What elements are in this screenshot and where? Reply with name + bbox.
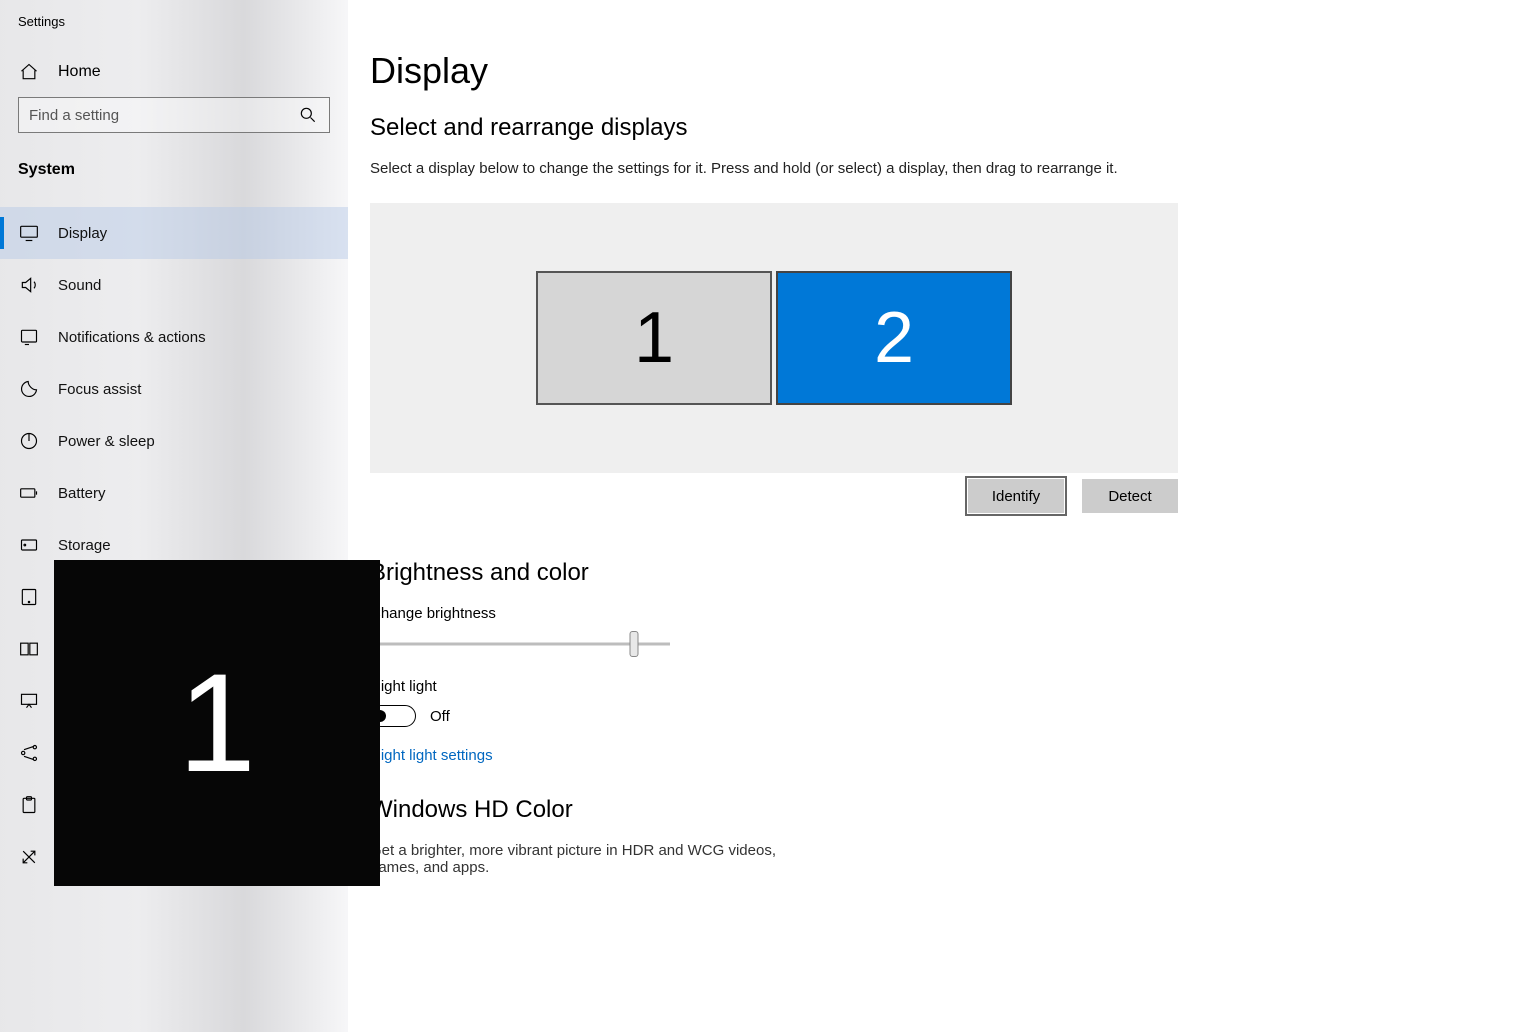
main-content: Display Select and rearrange displays Se… [370, 0, 1538, 1032]
tablet-icon [18, 586, 40, 608]
sidebar-item-display[interactable]: Display [0, 207, 348, 259]
multitasking-icon [18, 638, 40, 660]
night-light-label: Night light [370, 678, 1538, 695]
shared-icon [18, 742, 40, 764]
hd-color-description: Get a brighter, more vibrant picture in … [370, 842, 790, 876]
power-icon [18, 430, 40, 452]
storage-icon [18, 534, 40, 556]
hd-color-heading: Windows HD Color [370, 796, 1538, 824]
sidebar-item-focus-assist[interactable]: Focus assist [0, 363, 348, 415]
display-box-1[interactable]: 1 [536, 271, 772, 405]
slider-track [370, 643, 670, 646]
night-light-state: Off [430, 708, 450, 725]
brightness-section: Brightness and color Change brightness N… [370, 559, 1538, 876]
sound-icon [18, 274, 40, 296]
sidebar-item-label: Sound [58, 277, 101, 294]
display-box-2[interactable]: 2 [776, 271, 1012, 405]
rearrange-heading: Select and rearrange displays [370, 114, 1538, 142]
sidebar-item-power-sleep[interactable]: Power & sleep [0, 415, 348, 467]
change-brightness-label: Change brightness [370, 605, 1538, 622]
sidebar-item-label: Focus assist [58, 381, 141, 398]
page-title: Display [370, 50, 1538, 92]
sidebar-item-label: Power & sleep [58, 433, 155, 450]
sidebar-item-label: Notifications & actions [58, 329, 206, 346]
brightness-slider[interactable] [370, 632, 670, 656]
clipboard-icon [18, 794, 40, 816]
sidebar-item-label: Battery [58, 485, 106, 502]
display-button-row: Identify Detect [370, 479, 1178, 513]
hd-color-section: Windows HD Color Get a brighter, more vi… [370, 796, 1538, 876]
notifications-icon [18, 326, 40, 348]
projecting-icon [18, 690, 40, 712]
home-button[interactable]: Home [0, 35, 348, 97]
sidebar-section-label: System [0, 133, 348, 193]
search-input[interactable] [29, 107, 297, 124]
sidebar-item-label: Storage [58, 537, 111, 554]
sidebar-item-battery[interactable]: Battery [0, 467, 348, 519]
search-icon [297, 104, 319, 126]
home-label: Home [58, 63, 101, 81]
display-arrangement-canvas[interactable]: 1 2 [370, 203, 1178, 473]
identify-overlay: 1 [54, 560, 380, 886]
sidebar-item-label: Display [58, 225, 107, 242]
search-input-wrapper[interactable] [18, 97, 330, 133]
sidebar-item-sound[interactable]: Sound [0, 259, 348, 311]
night-light-settings-link[interactable]: Night light settings [370, 747, 493, 764]
remote-desktop-icon [18, 846, 40, 868]
app-title: Settings [0, 0, 348, 35]
identify-button[interactable]: Identify [968, 479, 1064, 513]
home-icon [18, 61, 40, 83]
identify-overlay-number: 1 [178, 642, 256, 804]
focus-assist-icon [18, 378, 40, 400]
battery-icon [18, 482, 40, 504]
detect-button[interactable]: Detect [1082, 479, 1178, 513]
display-icon [18, 222, 40, 244]
slider-thumb[interactable] [630, 631, 639, 657]
sidebar-item-notifications[interactable]: Notifications & actions [0, 311, 348, 363]
brightness-heading: Brightness and color [370, 559, 1538, 587]
rearrange-helper-text: Select a display below to change the set… [370, 160, 1538, 177]
